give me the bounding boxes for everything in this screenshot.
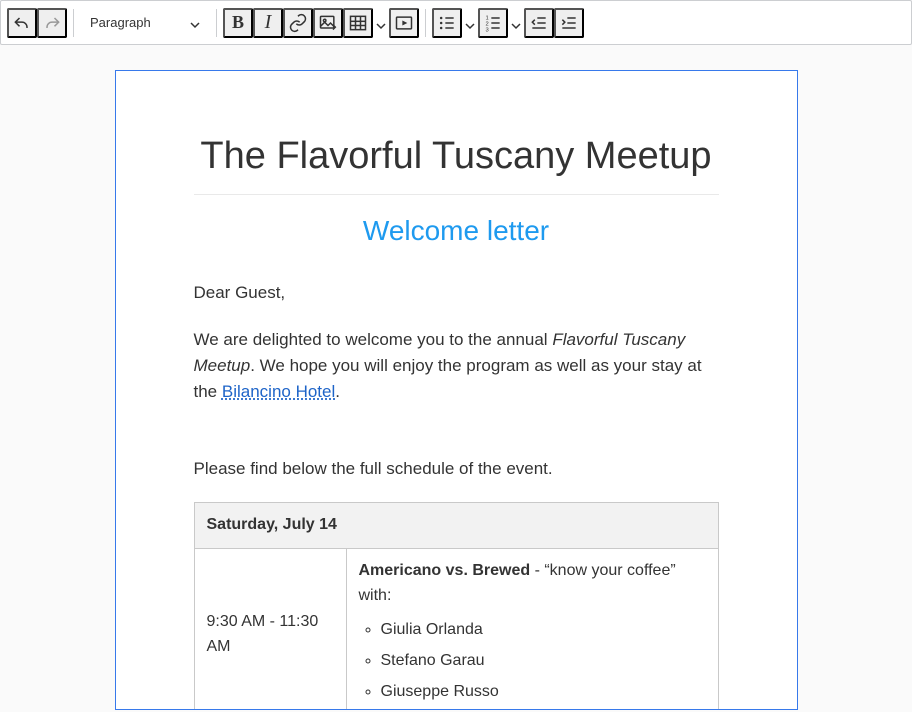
list-item: Stefano Garau bbox=[381, 649, 706, 674]
chevron-down-icon bbox=[190, 18, 200, 28]
numbered-list-chevron[interactable] bbox=[508, 8, 524, 38]
svg-text:3: 3 bbox=[486, 27, 489, 33]
numbered-list-icon: 123 bbox=[483, 13, 503, 33]
schedule-table: Saturday, July 14 9:30 AM - 11:30 AM Ame… bbox=[194, 502, 719, 710]
media-button[interactable] bbox=[389, 8, 419, 38]
undo-icon bbox=[12, 13, 32, 33]
italic-button[interactable]: I bbox=[253, 8, 283, 38]
bulleted-list-icon bbox=[437, 13, 457, 33]
table-icon bbox=[348, 13, 368, 33]
heading-dropdown-label: Paragraph bbox=[90, 15, 151, 30]
hotel-link[interactable]: Bilancino Hotel bbox=[222, 382, 335, 401]
redo-button[interactable] bbox=[37, 8, 67, 38]
intro-end: . bbox=[335, 382, 340, 401]
indent-icon bbox=[559, 13, 579, 33]
image-button[interactable] bbox=[313, 8, 343, 38]
bulleted-list-group bbox=[432, 8, 478, 38]
bulleted-list-chevron[interactable] bbox=[462, 8, 478, 38]
page-title: The Flavorful Tuscany Meetup bbox=[194, 127, 719, 195]
toolbar-separator bbox=[73, 9, 74, 37]
undo-button[interactable] bbox=[7, 8, 37, 38]
intro-paragraph: We are delighted to welcome you to the a… bbox=[194, 327, 719, 406]
link-button[interactable] bbox=[283, 8, 313, 38]
bold-button[interactable]: B bbox=[223, 8, 253, 38]
session-title-bold: Americano vs. Brewed bbox=[359, 562, 531, 579]
schedule-header: Saturday, July 14 bbox=[194, 503, 718, 549]
table-button[interactable] bbox=[343, 8, 373, 38]
indent-button[interactable] bbox=[554, 8, 584, 38]
list-item: Giulia Orlanda bbox=[381, 618, 706, 643]
italic-icon: I bbox=[265, 11, 272, 34]
page-subtitle: Welcome letter bbox=[194, 209, 719, 252]
redo-icon bbox=[42, 13, 62, 33]
link-icon bbox=[288, 13, 308, 33]
table-row: 9:30 AM - 11:30 AM Americano vs. Brewed … bbox=[194, 548, 718, 710]
outdent-icon bbox=[529, 13, 549, 33]
chevron-down-icon bbox=[376, 18, 386, 28]
image-icon bbox=[318, 13, 338, 33]
toolbar-separator bbox=[425, 9, 426, 37]
salutation: Dear Guest, bbox=[194, 280, 719, 306]
numbered-list-group: 123 bbox=[478, 8, 524, 38]
table-dropdown-group bbox=[343, 8, 389, 38]
outdent-button[interactable] bbox=[524, 8, 554, 38]
bulleted-list-button[interactable] bbox=[432, 8, 462, 38]
time-cell: 9:30 AM - 11:30 AM bbox=[194, 548, 346, 710]
media-icon bbox=[394, 13, 414, 33]
list-item: Giuseppe Russo bbox=[381, 680, 706, 705]
presenter-list: Giulia Orlanda Stefano Garau Giuseppe Ru… bbox=[381, 618, 706, 704]
table-dropdown-chevron[interactable] bbox=[373, 8, 389, 38]
document-page[interactable]: The Flavorful Tuscany Meetup Welcome let… bbox=[115, 70, 798, 710]
editor-area: The Flavorful Tuscany Meetup Welcome let… bbox=[0, 45, 912, 712]
heading-dropdown[interactable]: Paragraph bbox=[80, 8, 210, 38]
numbered-list-button[interactable]: 123 bbox=[478, 8, 508, 38]
toolbar-separator bbox=[216, 9, 217, 37]
intro-text-before: We are delighted to welcome you to the a… bbox=[194, 330, 553, 349]
bold-icon: B bbox=[232, 12, 244, 33]
schedule-intro: Please find below the full schedule of t… bbox=[194, 456, 719, 482]
toolbar: Paragraph B I 123 bbox=[0, 0, 912, 45]
chevron-down-icon bbox=[511, 18, 521, 28]
desc-cell: Americano vs. Brewed - “know your coffee… bbox=[346, 548, 718, 710]
chevron-down-icon bbox=[465, 18, 475, 28]
